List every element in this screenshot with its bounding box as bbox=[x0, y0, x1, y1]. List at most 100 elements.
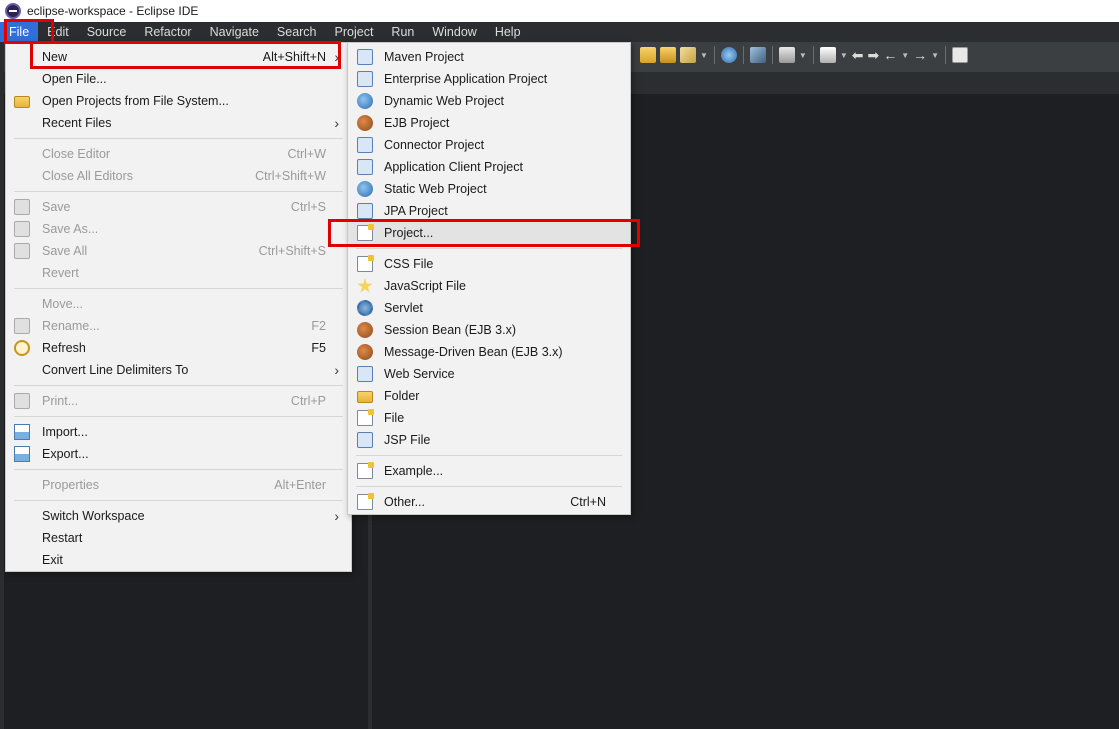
folder-icon bbox=[357, 391, 373, 403]
new-menu-item-jsp-file[interactable]: JSP File bbox=[348, 429, 630, 451]
file-menu-item-save[interactable]: Save Ctrl+S bbox=[6, 196, 351, 218]
menu-separator bbox=[356, 248, 622, 249]
file-menu-item-import[interactable]: Import... bbox=[6, 421, 351, 443]
chevron-right-icon: › bbox=[334, 115, 339, 131]
file-menu-item-refresh[interactable]: Refresh F5 bbox=[6, 337, 351, 359]
dropdown-caret-icon[interactable]: ▼ bbox=[840, 51, 848, 60]
menu-separator bbox=[14, 288, 343, 289]
new-menu-item-file[interactable]: File bbox=[348, 407, 630, 429]
new-menu-item-folder[interactable]: Folder bbox=[348, 385, 630, 407]
new-menu-item-maven-project[interactable]: Maven Project bbox=[348, 46, 630, 68]
back-icon[interactable]: ← bbox=[883, 47, 897, 63]
maven-project-icon bbox=[357, 49, 373, 65]
menu-separator bbox=[14, 385, 343, 386]
menu-window[interactable]: Window bbox=[423, 22, 485, 42]
menu-bar: File Edit Source Refactor Navigate Searc… bbox=[0, 22, 1119, 42]
file-menu-item-print[interactable]: Print... Ctrl+P bbox=[6, 390, 351, 412]
new-menu-item-jpa-project[interactable]: JPA Project bbox=[348, 200, 630, 222]
file-menu-item-open-file[interactable]: Open File... bbox=[6, 68, 351, 90]
file-menu-item-recent-files[interactable]: Recent Files › bbox=[6, 112, 351, 134]
menu-refactor[interactable]: Refactor bbox=[135, 22, 200, 42]
new-menu-item-connector-project[interactable]: Connector Project bbox=[348, 134, 630, 156]
back-arrow-icon[interactable]: ⬅ bbox=[852, 47, 864, 63]
open-project-icon[interactable] bbox=[660, 47, 676, 63]
file-menu: New Alt+Shift+N › Open File... Open Proj… bbox=[5, 42, 352, 572]
new-menu-item-css-file[interactable]: CSS File bbox=[348, 253, 630, 275]
chevron-right-icon: › bbox=[334, 508, 339, 524]
pencil-icon[interactable] bbox=[680, 47, 696, 63]
save-all-icon bbox=[14, 243, 30, 259]
menu-search[interactable]: Search bbox=[268, 22, 326, 42]
menu-run[interactable]: Run bbox=[382, 22, 423, 42]
servlet-icon bbox=[357, 300, 373, 316]
toolbar-separator bbox=[713, 46, 715, 64]
wizard-icon[interactable] bbox=[749, 47, 766, 63]
menu-navigate[interactable]: Navigate bbox=[201, 22, 268, 42]
new-menu-item-example[interactable]: Example... bbox=[348, 460, 630, 482]
new-menu-item-message-driven-bean[interactable]: Message-Driven Bean (EJB 3.x) bbox=[348, 341, 630, 363]
forward-icon[interactable]: → bbox=[913, 47, 927, 63]
dropdown-caret-icon[interactable]: ▼ bbox=[799, 51, 807, 60]
new-menu-item-application-client-project[interactable]: Application Client Project bbox=[348, 156, 630, 178]
open-folder-icon[interactable] bbox=[640, 47, 656, 63]
file-menu-item-move[interactable]: Move... bbox=[6, 293, 351, 315]
project-icon bbox=[357, 224, 374, 241]
menu-help[interactable]: Help bbox=[486, 22, 530, 42]
toolbar-separator bbox=[812, 46, 814, 64]
dropdown-caret-icon[interactable]: ▼ bbox=[901, 51, 909, 60]
forward-history-icon[interactable]: ➡ bbox=[868, 47, 880, 63]
new-menu-item-session-bean[interactable]: Session Bean (EJB 3.x) bbox=[348, 319, 630, 341]
new-menu-item-servlet[interactable]: Servlet bbox=[348, 297, 630, 319]
toolbar-separator bbox=[945, 46, 947, 64]
save-icon bbox=[14, 199, 30, 215]
file-menu-item-export[interactable]: Export... bbox=[6, 443, 351, 465]
menu-source[interactable]: Source bbox=[78, 22, 136, 42]
new-submenu: Maven Project Enterprise Application Pro… bbox=[347, 42, 631, 515]
folder-icon bbox=[14, 96, 30, 108]
file-menu-item-convert-line-delimiters[interactable]: Convert Line Delimiters To › bbox=[6, 359, 351, 381]
file-menu-item-properties[interactable]: Properties Alt+Enter bbox=[6, 474, 351, 496]
file-menu-item-switch-workspace[interactable]: Switch Workspace › bbox=[6, 505, 351, 527]
file-menu-item-revert[interactable]: Revert bbox=[6, 262, 351, 284]
eclipse-logo-icon bbox=[5, 3, 21, 19]
download-icon[interactable] bbox=[778, 47, 795, 63]
example-icon bbox=[357, 462, 374, 479]
file-menu-item-open-projects[interactable]: Open Projects from File System... bbox=[6, 90, 351, 112]
toolbar-separator bbox=[742, 46, 744, 64]
refresh-icon bbox=[14, 340, 30, 356]
javascript-file-icon bbox=[357, 278, 373, 293]
new-menu-item-javascript-file[interactable]: JavaScript File bbox=[348, 275, 630, 297]
chevron-right-icon: › bbox=[334, 362, 339, 378]
new-menu-item-other[interactable]: Other... Ctrl+N bbox=[348, 491, 630, 513]
new-menu-item-web-service[interactable]: Web Service bbox=[348, 363, 630, 385]
menu-project[interactable]: Project bbox=[326, 22, 383, 42]
dropdown-caret-icon[interactable]: ▼ bbox=[700, 51, 708, 60]
chevron-right-icon: › bbox=[334, 49, 339, 65]
file-menu-item-close-editor[interactable]: Close Editor Ctrl+W bbox=[6, 143, 351, 165]
menu-separator bbox=[14, 469, 343, 470]
toolbar-separator bbox=[771, 46, 773, 64]
pin-editor-icon[interactable] bbox=[952, 47, 969, 63]
file-menu-item-save-as[interactable]: Save As... bbox=[6, 218, 351, 240]
file-menu-item-save-all[interactable]: Save All Ctrl+Shift+S bbox=[6, 240, 351, 262]
session-bean-icon bbox=[357, 322, 373, 338]
menu-separator bbox=[14, 191, 343, 192]
new-menu-item-dynamic-web-project[interactable]: Dynamic Web Project bbox=[348, 90, 630, 112]
new-menu-item-ejb-project[interactable]: EJB Project bbox=[348, 112, 630, 134]
dropdown-caret-icon[interactable]: ▼ bbox=[931, 51, 939, 60]
menu-edit[interactable]: Edit bbox=[38, 22, 78, 42]
new-menu-item-enterprise-application-project[interactable]: Enterprise Application Project bbox=[348, 68, 630, 90]
file-menu-item-close-all-editors[interactable]: Close All Editors Ctrl+Shift+W bbox=[6, 165, 351, 187]
new-menu-item-project[interactable]: Project... bbox=[348, 222, 630, 244]
file-menu-item-new[interactable]: New Alt+Shift+N › bbox=[6, 46, 351, 68]
annotation-icon[interactable] bbox=[819, 47, 836, 63]
file-menu-item-restart[interactable]: Restart bbox=[6, 527, 351, 549]
application-client-project-icon bbox=[357, 159, 373, 175]
file-icon bbox=[357, 409, 374, 426]
new-menu-item-static-web-project[interactable]: Static Web Project bbox=[348, 178, 630, 200]
ejb-project-icon bbox=[357, 115, 373, 131]
globe-icon[interactable] bbox=[720, 47, 737, 63]
file-menu-item-exit[interactable]: Exit bbox=[6, 549, 351, 571]
menu-file[interactable]: File bbox=[0, 22, 39, 42]
file-menu-item-rename[interactable]: Rename... F2 bbox=[6, 315, 351, 337]
